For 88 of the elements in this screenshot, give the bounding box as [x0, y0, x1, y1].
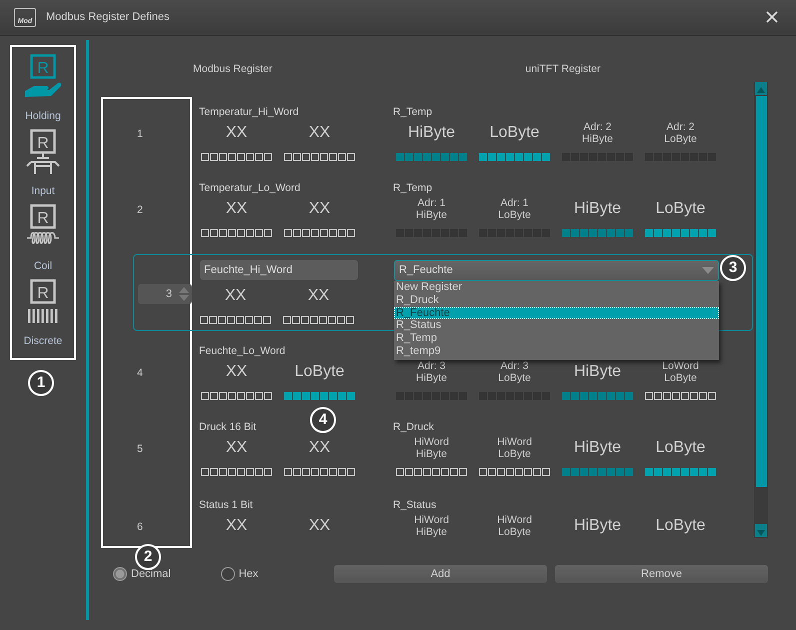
callout-marker: 2 [135, 544, 161, 570]
sidebar-item[interactable]: R Holding [12, 51, 74, 126]
byte-label: XX [226, 362, 248, 382]
scroll-up-icon[interactable] [755, 82, 767, 95]
callout-marker: 1 [28, 370, 54, 396]
byte-label: LoByte [294, 362, 344, 382]
register-name: Feuchte_Lo_Word [199, 345, 286, 357]
byte-label: LoByte [664, 372, 697, 384]
byte-label: HiWord [497, 514, 532, 526]
byte-label: HiWord [497, 436, 532, 448]
radio-button[interactable] [220, 567, 235, 581]
byte-label: HiByte [574, 362, 622, 382]
register-name: R_Temp [393, 106, 432, 118]
sidebar-item[interactable]: R Input [12, 126, 74, 201]
caret-icon [702, 267, 714, 274]
dropdown-option[interactable]: New Register [394, 281, 719, 294]
callout-marker: 4 [310, 407, 336, 433]
byte-label: HiByte [574, 516, 622, 536]
dropdown-option[interactable]: R_Status [394, 319, 719, 332]
byte-label: HiByte [416, 526, 447, 538]
window-title: Modbus Register Defines [46, 10, 170, 26]
byte-label: XX [224, 286, 246, 306]
byte-label: XX [226, 123, 248, 143]
row-number: 6 [136, 520, 144, 535]
radio-label: Hex [238, 566, 258, 582]
scroll-down-icon[interactable] [755, 524, 767, 537]
byte-label: Adr: 3 [500, 360, 528, 372]
byte-label: LoByte [498, 526, 531, 538]
byte-label: HiByte [416, 209, 447, 222]
register-name: Temperatur_Lo_Word [199, 182, 300, 194]
byte-label: HiByte [408, 123, 456, 143]
byte-label: XX [308, 199, 330, 219]
row-number: 2 [136, 203, 144, 218]
column-header: uniTFT Register [525, 62, 600, 77]
byte-label: XX [308, 286, 330, 306]
column-header: Modbus Register [193, 62, 272, 77]
register-name: Status 1 Bit [199, 499, 253, 511]
scrollbar[interactable] [754, 82, 768, 538]
dropdown-option[interactable]: R_Temp [394, 332, 719, 345]
byte-label: HiWord [414, 514, 449, 526]
byte-label: Adr: 1 [500, 196, 528, 209]
byte-label: Adr: 3 [417, 360, 446, 372]
dropdown-option[interactable]: R_Druck [394, 294, 719, 307]
byte-label: XX [226, 199, 248, 219]
byte-label: LoByte [656, 199, 706, 219]
register-name-field[interactable]: Feuchte_Hi_Word [200, 260, 358, 280]
byte-label: Adr: 2 [583, 120, 612, 133]
byte-label: LoByte [498, 209, 531, 222]
row-number: 4 [136, 366, 144, 381]
byte-label: Adr: 2 [666, 120, 694, 133]
byte-label: LoByte [498, 448, 531, 460]
byte-label: HiByte [582, 133, 613, 146]
byte-label: XX [226, 438, 248, 458]
callout-marker: 3 [720, 255, 746, 281]
byte-label: HiByte [416, 372, 447, 384]
register-name: R_Status [393, 499, 436, 511]
spin-arrows-icon [178, 286, 190, 302]
scroll-thumb[interactable] [756, 96, 766, 487]
row-number-spinbox[interactable]: 3 [138, 284, 192, 304]
byte-label: LoWord [662, 360, 699, 372]
close-button[interactable] [766, 10, 780, 24]
dropdown-option[interactable]: R_temp9 [394, 344, 719, 358]
action-button[interactable]: Remove [555, 565, 768, 583]
register-name: Druck 16 Bit [199, 421, 256, 433]
radio-button[interactable] [113, 567, 127, 581]
sidebar-item[interactable]: R Coil [12, 201, 74, 276]
register-name: R_Druck [393, 421, 434, 433]
byte-label: LoByte [656, 438, 706, 458]
byte-label: LoByte [664, 133, 697, 146]
byte-label: XX [308, 516, 330, 536]
action-button[interactable]: Add [334, 565, 547, 583]
byte-label: HiByte [574, 199, 622, 219]
dropdown-option[interactable]: R_Feuchte [394, 306, 719, 320]
row-number: 1 [136, 127, 144, 142]
byte-label: HiByte [574, 438, 622, 458]
byte-label: LoByte [498, 372, 531, 384]
register-name: Temperatur_Hi_Word [199, 106, 299, 118]
byte-label: HiWord [414, 436, 449, 448]
register-name: R_Temp [393, 182, 432, 194]
sidebar-item[interactable]: R Discrete [12, 276, 74, 351]
byte-label: XX [226, 516, 248, 536]
byte-label: XX [308, 438, 330, 458]
byte-label: Adr: 1 [417, 196, 446, 209]
byte-label: XX [308, 123, 330, 143]
byte-label: LoByte [656, 516, 706, 536]
byte-label: LoByte [490, 123, 540, 143]
row-number: 5 [136, 442, 144, 457]
byte-label: HiByte [416, 448, 447, 460]
